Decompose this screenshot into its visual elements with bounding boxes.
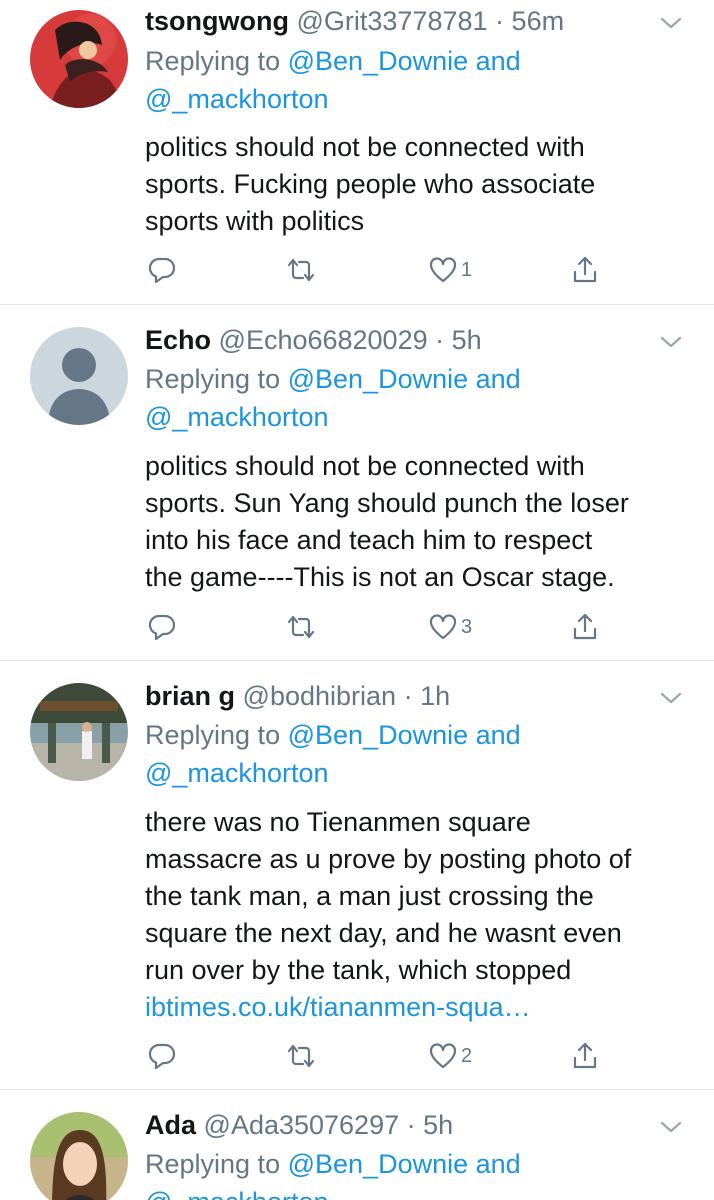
tweet-text-line: sports. Fucking people who associate: [145, 169, 596, 199]
tweet-link[interactable]: ibtimes.co.uk/tiananmen-squa…: [145, 989, 685, 1026]
share-button[interactable]: [570, 612, 600, 642]
reply-icon: [147, 255, 177, 285]
reply-button[interactable]: [147, 1041, 180, 1071]
timestamp[interactable]: 5h: [452, 325, 482, 355]
tweet-text-line: square the next day, and he wasnt even: [145, 918, 622, 948]
user-handle[interactable]: @Grit33778781: [296, 6, 487, 36]
replying-to-label: Replying to: [145, 1149, 281, 1179]
tweet-text-line: sports. Sun Yang should punch the loser: [145, 488, 629, 518]
chevron-down-icon[interactable]: [658, 10, 684, 36]
share-button[interactable]: [570, 255, 600, 285]
tweet-header: Echo @Echo66820029 · 5h: [145, 323, 644, 357]
tweet-text-line: politics should not be connected with: [145, 132, 585, 162]
heart-icon: [428, 612, 458, 642]
share-icon: [570, 255, 600, 285]
like-count: 2: [461, 1045, 473, 1067]
display-name[interactable]: Ada: [145, 1110, 196, 1140]
share-icon: [570, 1041, 600, 1071]
tweet-header: brian g @bodhibrian · 1h: [145, 679, 644, 713]
retweet-icon: [285, 612, 317, 642]
replying-to-label: Replying to: [145, 364, 281, 394]
separator-dot: ·: [403, 681, 413, 711]
tweet-text-line: politics should not be connected with: [145, 451, 585, 481]
timestamp[interactable]: 5h: [423, 1110, 453, 1140]
reply-icon: [147, 612, 177, 642]
reply-icon: [147, 1041, 177, 1071]
display-name[interactable]: brian g: [145, 681, 235, 711]
chevron-down-icon[interactable]: [658, 1114, 684, 1140]
chevron-down-icon[interactable]: [658, 685, 684, 711]
display-name[interactable]: tsongwong: [145, 6, 289, 36]
replying-to: Replying to @Ben_Downie and@_mackhorton: [145, 42, 665, 118]
tweet-text: politics should not be connected with sp…: [145, 129, 685, 240]
avatar[interactable]: [30, 683, 128, 781]
replying-to: Replying to @Ben_Downie and@_mackhorton: [145, 360, 665, 436]
like-count: 3: [461, 616, 473, 638]
tweet-header: Ada @Ada35076297 · 5h: [145, 1108, 644, 1142]
tweet-text-line: the tank man, a man just crossing the: [145, 881, 594, 911]
avatar-image: [30, 10, 128, 108]
default-avatar-image: [30, 327, 128, 425]
tweet[interactable]: tsongwong @Grit33778781 · 56m Replying t…: [0, 0, 714, 305]
avatar[interactable]: [30, 10, 128, 108]
timestamp[interactable]: 1h: [420, 681, 450, 711]
retweet-button[interactable]: [285, 255, 320, 285]
display-name[interactable]: Echo: [145, 325, 211, 355]
like-button[interactable]: 2: [428, 1041, 472, 1071]
tweet[interactable]: Echo @Echo66820029 · 5h Replying to @Ben…: [0, 305, 714, 661]
tweet-text: there was no Tienanmen square massacre a…: [145, 804, 685, 1026]
tweet-text-line: into his face and teach him to respect: [145, 525, 593, 555]
tweet-text-line: the game----This is not an Oscar stage.: [145, 562, 615, 592]
tweet-text-line: there was no Tienanmen square: [145, 807, 531, 837]
user-handle[interactable]: @bodhibrian: [243, 681, 397, 711]
retweet-icon: [285, 1041, 317, 1071]
like-button[interactable]: 3: [428, 612, 472, 642]
tweet-actions: 2: [145, 1041, 625, 1071]
retweet-button[interactable]: [285, 1041, 320, 1071]
replying-to: Replying to @Ben_Downie and@_mackhorton: [145, 1145, 665, 1200]
separator-dot: ·: [406, 1110, 416, 1140]
avatar-image: [30, 683, 128, 781]
tweet[interactable]: brian g @bodhibrian · 1h Replying to @Be…: [0, 661, 714, 1090]
avatar[interactable]: [30, 327, 128, 425]
reply-button[interactable]: [147, 255, 180, 285]
tweet-text-line: run over by the tank, which stopped: [145, 955, 572, 985]
avatar[interactable]: [30, 1112, 128, 1200]
chevron-down-icon[interactable]: [658, 329, 684, 355]
reply-button[interactable]: [147, 612, 180, 642]
retweet-button[interactable]: [285, 612, 320, 642]
separator-dot: ·: [435, 325, 445, 355]
tweet-text: politics should not be connected with sp…: [145, 448, 685, 596]
tweet-actions: 3: [145, 612, 625, 642]
like-count: 1: [461, 259, 473, 281]
timestamp[interactable]: 56m: [512, 6, 565, 36]
replying-to-label: Replying to: [145, 46, 281, 76]
avatar-image: [30, 1112, 128, 1200]
tweet-header: tsongwong @Grit33778781 · 56m: [145, 4, 644, 38]
user-handle[interactable]: @Ada35076297: [204, 1110, 400, 1140]
tweet-text-line: sports with politics: [145, 206, 365, 236]
user-handle[interactable]: @Echo66820029: [219, 325, 428, 355]
replying-to: Replying to @Ben_Downie and@_mackhorton: [145, 716, 665, 792]
like-button[interactable]: 1: [428, 255, 472, 285]
separator-dot: ·: [495, 6, 505, 36]
tweet-actions: 1: [145, 255, 625, 285]
tweet[interactable]: Ada @Ada35076297 · 5h Replying to @Ben_D…: [0, 1090, 714, 1200]
share-icon: [570, 612, 600, 642]
share-button[interactable]: [570, 1041, 600, 1071]
tweet-text-line: massacre as u prove by posting photo of: [145, 844, 632, 874]
replying-to-label: Replying to: [145, 720, 281, 750]
heart-icon: [428, 1041, 458, 1071]
retweet-icon: [285, 255, 317, 285]
heart-icon: [428, 255, 458, 285]
